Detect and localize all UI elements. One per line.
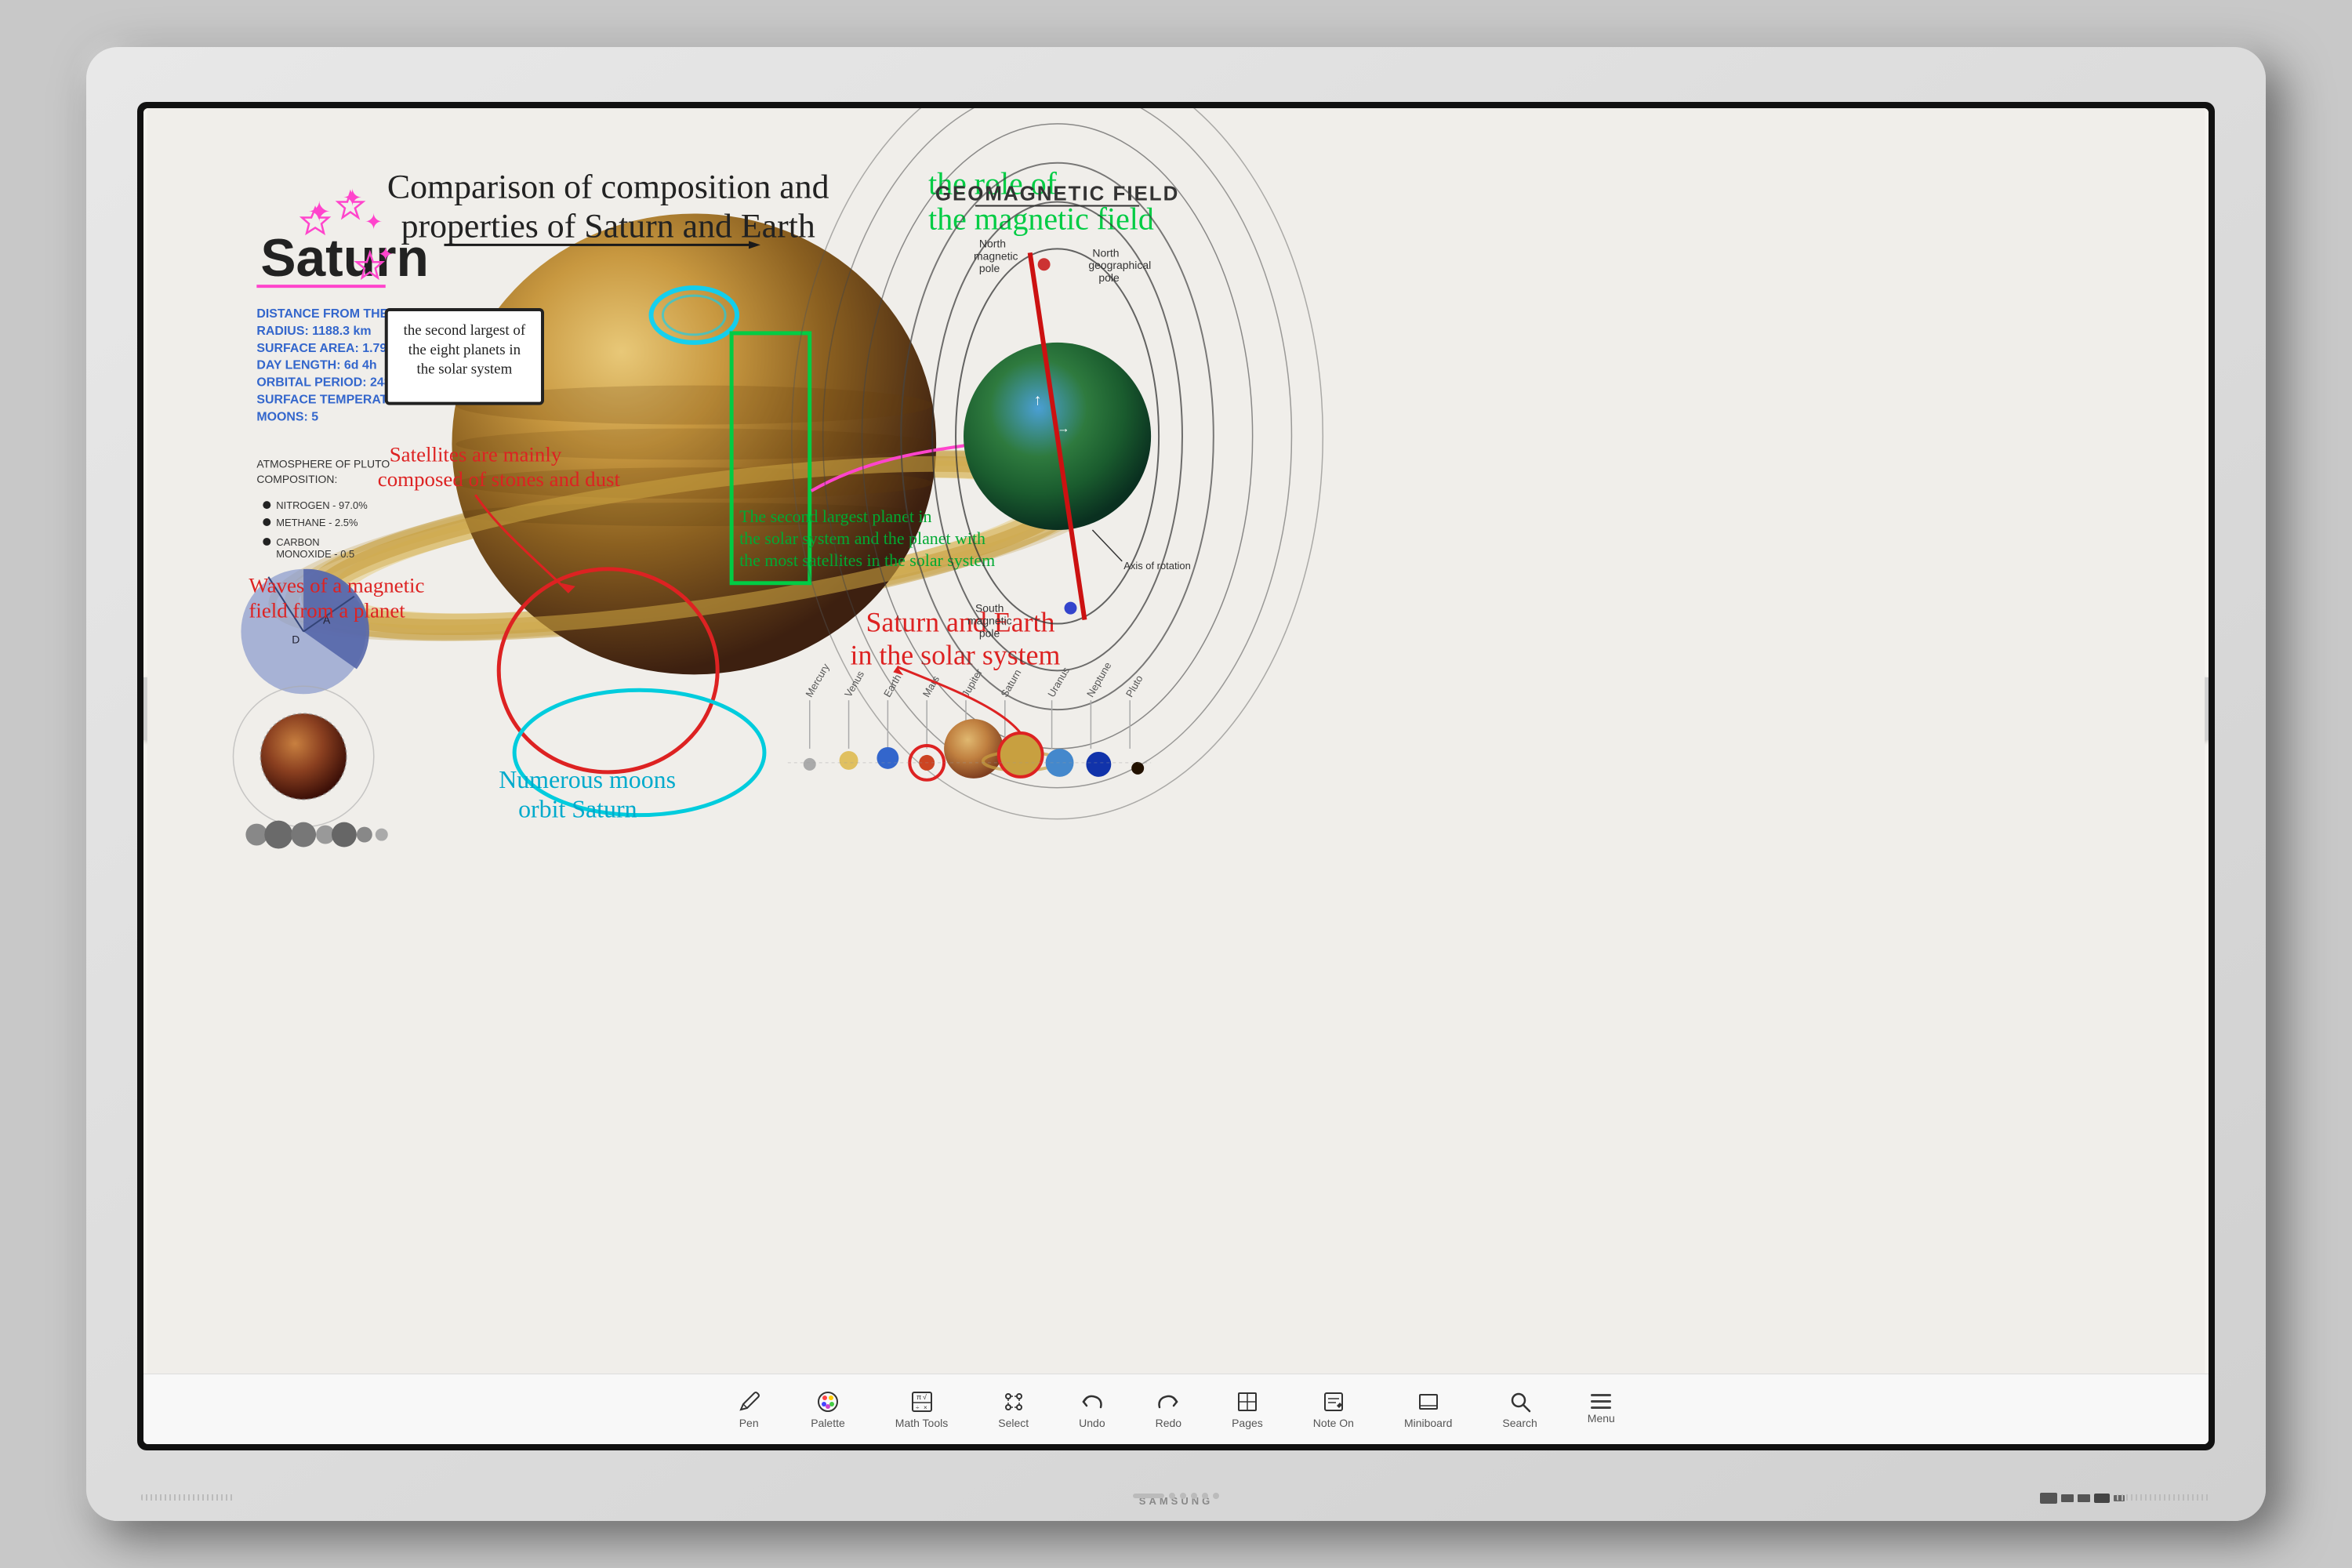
miniboard-label: Miniboard <box>1404 1417 1452 1429</box>
pen-icon <box>737 1390 760 1414</box>
svg-text:geographical: geographical <box>1088 259 1151 271</box>
tv-display: Comparison of composition and properties… <box>86 47 2266 1521</box>
toolbar-item-pen[interactable]: Pen <box>728 1384 770 1436</box>
search-label: Search <box>1502 1417 1537 1429</box>
svg-text:North: North <box>979 237 1006 249</box>
svg-text:D: D <box>292 633 299 645</box>
speaker-left <box>141 1494 235 1501</box>
toolbar-item-pages[interactable]: Pages <box>1222 1384 1272 1436</box>
svg-text:Comparison of composition and: Comparison of composition and <box>387 169 829 206</box>
svg-text:√: √ <box>923 1393 927 1401</box>
toolbar-item-select[interactable]: Select <box>989 1384 1038 1436</box>
svg-text:South: South <box>975 602 1004 615</box>
indicator-dot-5 <box>1213 1493 1219 1499</box>
note-on-icon <box>1322 1390 1345 1414</box>
svg-text:Saturn and Earth: Saturn and Earth <box>866 607 1054 638</box>
select-icon <box>1002 1390 1025 1414</box>
toolbar-item-menu[interactable]: Menu <box>1578 1388 1624 1431</box>
svg-text:METHANE - 2.5%: METHANE - 2.5% <box>276 517 358 528</box>
toolbar-item-miniboard[interactable]: Miniboard <box>1395 1384 1461 1436</box>
svg-text:NITROGEN - 97.0%: NITROGEN - 97.0% <box>276 499 368 511</box>
menu-label: Menu <box>1588 1412 1615 1425</box>
pages-icon <box>1236 1390 1259 1414</box>
svg-text:the second largest of: the second largest of <box>404 322 526 339</box>
whiteboard-area: Comparison of composition and properties… <box>143 108 2209 1374</box>
svg-text:composed of stones and dust: composed of stones and dust <box>378 467 621 491</box>
speaker-grille-left <box>141 1494 235 1501</box>
port-dp <box>2094 1494 2110 1503</box>
svg-text:orbit Saturn: orbit Saturn <box>518 796 637 823</box>
svg-text:→: → <box>1058 422 1070 435</box>
svg-text:MOONS: 5: MOONS: 5 <box>256 411 318 424</box>
note-on-label: Note On <box>1313 1417 1354 1429</box>
svg-text:MONOXIDE - 0.5: MONOXIDE - 0.5 <box>276 548 354 560</box>
toolbar-item-search[interactable]: Search <box>1493 1384 1546 1436</box>
pages-label: Pages <box>1232 1417 1263 1429</box>
indicator-dot-4 <box>1202 1493 1208 1499</box>
indicator-dot-1 <box>1169 1493 1175 1499</box>
svg-text:magnetic: magnetic <box>974 249 1018 262</box>
speaker-right <box>2117 1494 2211 1501</box>
svg-text:π: π <box>916 1393 921 1401</box>
svg-text:the eight planets in: the eight planets in <box>408 342 521 358</box>
toolbar-item-undo[interactable]: Undo <box>1069 1384 1114 1436</box>
svg-text:Waves of a magnetic: Waves of a magnetic <box>249 574 424 597</box>
indicator-dot-2 <box>1180 1493 1186 1499</box>
port-hdmi <box>2040 1493 2057 1504</box>
speaker-grille-right <box>2117 1494 2211 1501</box>
palette-label: Palette <box>811 1417 845 1429</box>
svg-text:÷: ÷ <box>916 1404 920 1411</box>
toolbar-item-note-on[interactable]: Note On <box>1304 1384 1363 1436</box>
toolbar-item-math[interactable]: π √ ÷ × Math Tools <box>886 1384 957 1436</box>
svg-text:Axis of rotation: Axis of rotation <box>1123 560 1191 572</box>
toolbar-item-redo[interactable]: Redo <box>1146 1384 1191 1436</box>
svg-text:the most satellites in the sol: the most satellites in the solar system <box>739 550 995 570</box>
svg-text:North: North <box>1092 246 1119 259</box>
ports-area <box>2040 1493 2125 1504</box>
svg-text:COMPOSITION:: COMPOSITION: <box>256 473 337 485</box>
svg-text:magnetic: magnetic <box>967 615 1012 627</box>
port-usb-2 <box>2078 1494 2090 1502</box>
pen-label: Pen <box>739 1417 759 1429</box>
svg-text:DAY LENGTH: 6d 4h: DAY LENGTH: 6d 4h <box>256 359 376 372</box>
svg-text:↑: ↑ <box>1034 392 1042 409</box>
indicator-bar <box>1133 1494 1164 1498</box>
svg-text:pole: pole <box>979 262 1000 274</box>
svg-text:the solar system and the plane: the solar system and the planet with <box>739 528 985 548</box>
undo-icon <box>1080 1390 1104 1414</box>
toolbar: Pen Palette <box>143 1374 2209 1444</box>
toolbar-item-palette[interactable]: Palette <box>801 1384 855 1436</box>
svg-text:✦: ✦ <box>365 209 383 234</box>
svg-text:field from a planet: field from a planet <box>249 599 405 622</box>
svg-text:Saturn: Saturn <box>260 229 429 288</box>
svg-text:the solar system: the solar system <box>416 361 512 378</box>
svg-text:✦: ✦ <box>307 196 331 227</box>
svg-text:properties of Saturn and Earth: properties of Saturn and Earth <box>401 207 815 245</box>
svg-text:×: × <box>924 1404 927 1411</box>
screen-border: Comparison of composition and properties… <box>137 102 2215 1450</box>
undo-label: Undo <box>1079 1417 1105 1429</box>
svg-text:Satellites are mainly: Satellites are mainly <box>390 442 562 466</box>
miniboard-icon <box>1417 1390 1440 1414</box>
svg-text:Numerous moons: Numerous moons <box>499 766 676 793</box>
menu-icon <box>1591 1394 1611 1409</box>
svg-text:RADIUS: 1188.3 km: RADIUS: 1188.3 km <box>256 325 371 338</box>
search-icon <box>1508 1390 1532 1414</box>
svg-text:pole: pole <box>1098 271 1120 284</box>
math-tools-icon: π √ ÷ × <box>910 1390 934 1414</box>
port-usb-1 <box>2061 1494 2074 1502</box>
palette-icon <box>816 1390 840 1414</box>
svg-text:CARBON: CARBON <box>276 536 319 548</box>
svg-text:The second largest planet in: The second largest planet in <box>739 506 931 526</box>
svg-text:pole: pole <box>979 626 1000 639</box>
tv-screen: Comparison of composition and properties… <box>143 108 2209 1444</box>
indicator-dot-3 <box>1191 1493 1197 1499</box>
svg-text:ATMOSPHERE OF PLUTO: ATMOSPHERE OF PLUTO <box>256 457 390 470</box>
redo-label: Redo <box>1156 1417 1181 1429</box>
redo-icon <box>1156 1390 1180 1414</box>
math-tools-label: Math Tools <box>895 1417 948 1429</box>
select-label: Select <box>998 1417 1029 1429</box>
